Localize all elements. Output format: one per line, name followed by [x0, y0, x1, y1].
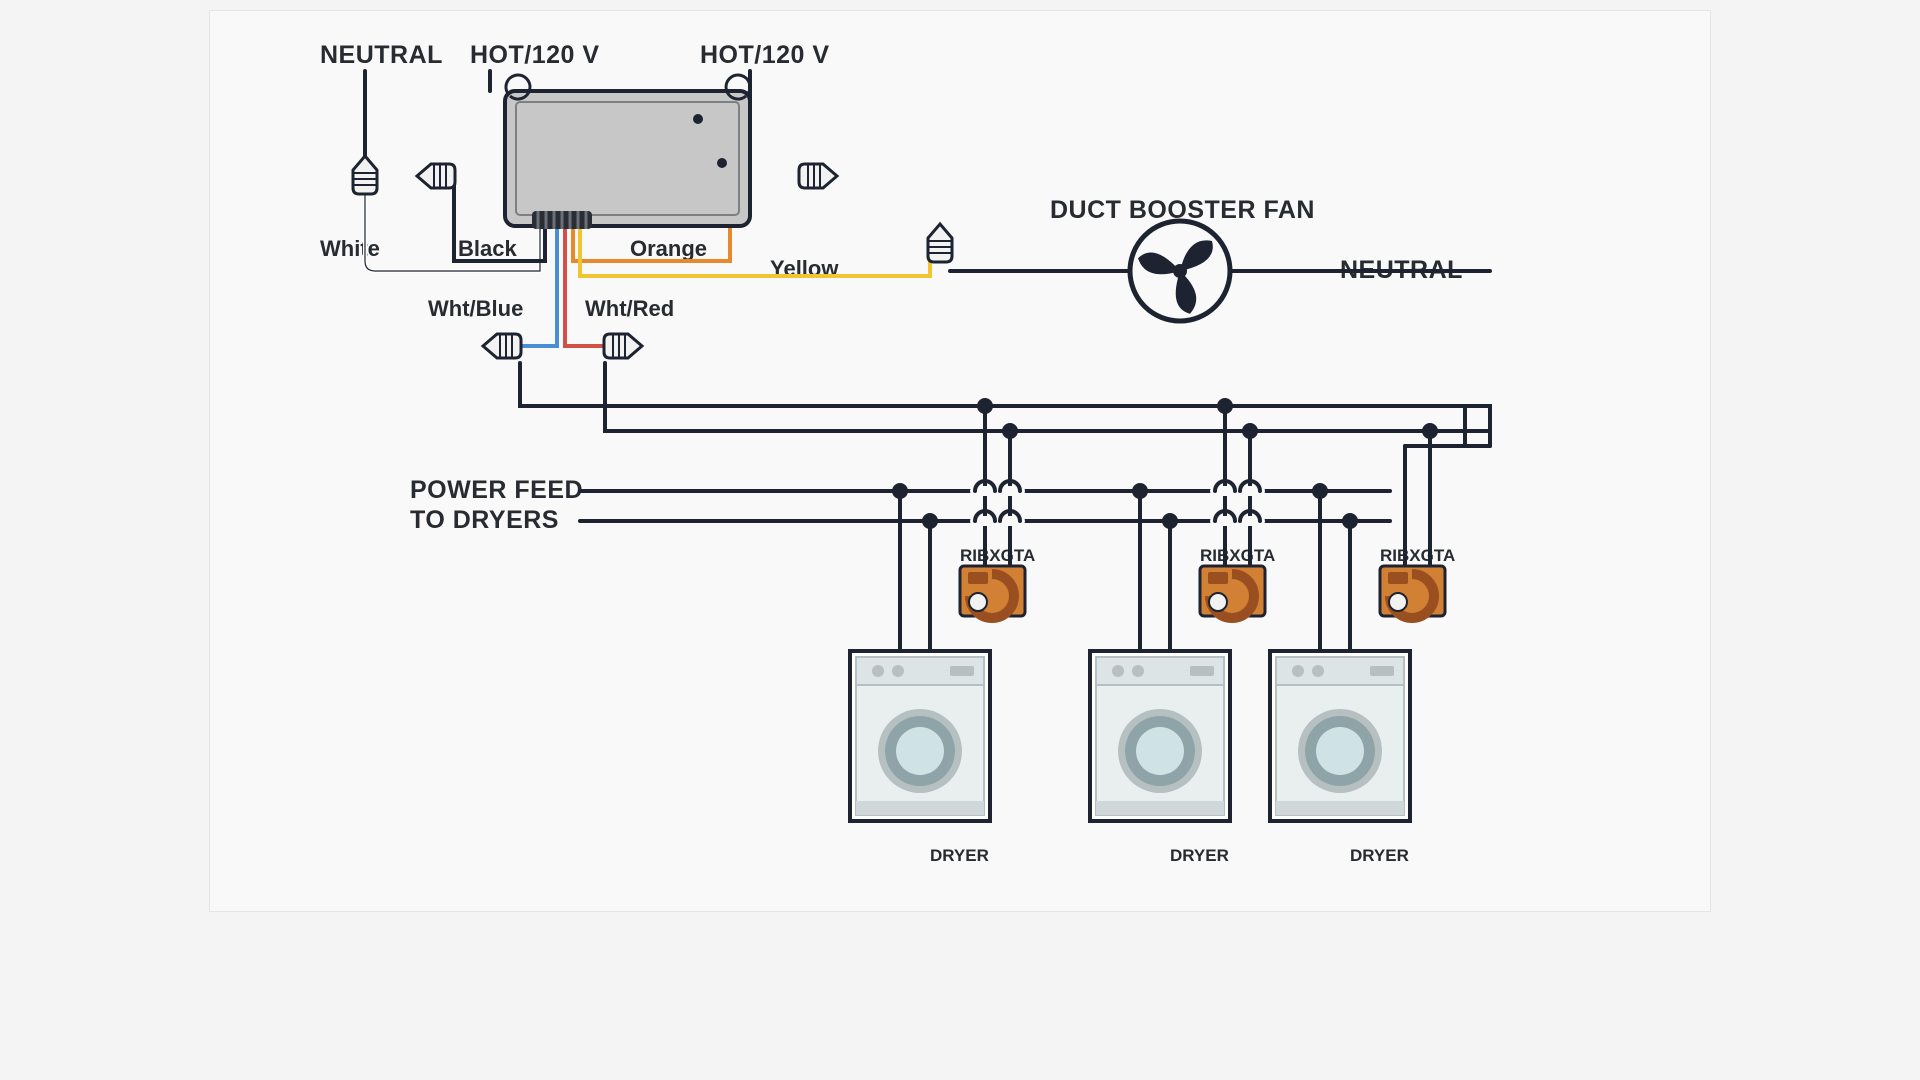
fan-icon	[1130, 221, 1230, 321]
diagram-svg	[210, 11, 1710, 911]
sensor-1	[960, 566, 1025, 618]
sensor-3	[1380, 566, 1445, 618]
wiring-diagram: NEUTRAL HOT/120 V HOT/120 V White Black …	[209, 10, 1711, 912]
dryer-1	[850, 651, 990, 821]
dryer-3	[1270, 651, 1410, 821]
dryer-2	[1090, 651, 1230, 821]
relay-box	[505, 75, 750, 229]
sensor-2	[1200, 566, 1265, 618]
